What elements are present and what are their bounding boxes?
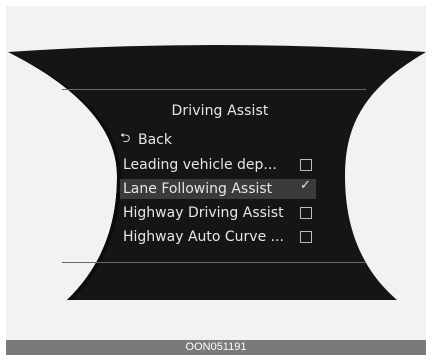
menu-item-leading-vehicle[interactable]: Leading vehicle dep... xyxy=(120,155,316,175)
cluster-display xyxy=(8,45,426,300)
divider-bottom xyxy=(62,262,366,263)
divider-top xyxy=(62,89,366,90)
menu-item-label: Highway Driving Assist xyxy=(123,205,284,221)
figure-code: OON051191 xyxy=(185,341,247,353)
menu-item-label: Highway Auto Curve ... xyxy=(123,229,284,245)
checkbox-empty-icon[interactable] xyxy=(300,159,312,171)
back-arrow-icon: ⮌ xyxy=(120,131,131,146)
menu-item-lane-following-assist[interactable]: Lane Following Assist ✓ xyxy=(120,179,316,199)
menu-item-highway-auto-curve[interactable]: Highway Auto Curve ... xyxy=(120,227,316,247)
menu-title: Driving Assist xyxy=(171,103,269,119)
back-button[interactable]: ⮌ Back xyxy=(120,130,172,150)
back-label: Back xyxy=(138,132,172,148)
check-icon[interactable]: ✓ xyxy=(300,179,312,195)
footer-bar: OON051191 xyxy=(6,340,426,355)
checkbox-empty-icon[interactable] xyxy=(300,231,312,243)
menu-item-label: Leading vehicle dep... xyxy=(123,157,277,173)
check-mark-icon: ✓ xyxy=(300,178,311,193)
checkbox-empty-icon[interactable] xyxy=(300,207,312,219)
menu-item-highway-driving-assist[interactable]: Highway Driving Assist xyxy=(120,203,316,223)
menu-item-label: Lane Following Assist xyxy=(123,181,273,197)
